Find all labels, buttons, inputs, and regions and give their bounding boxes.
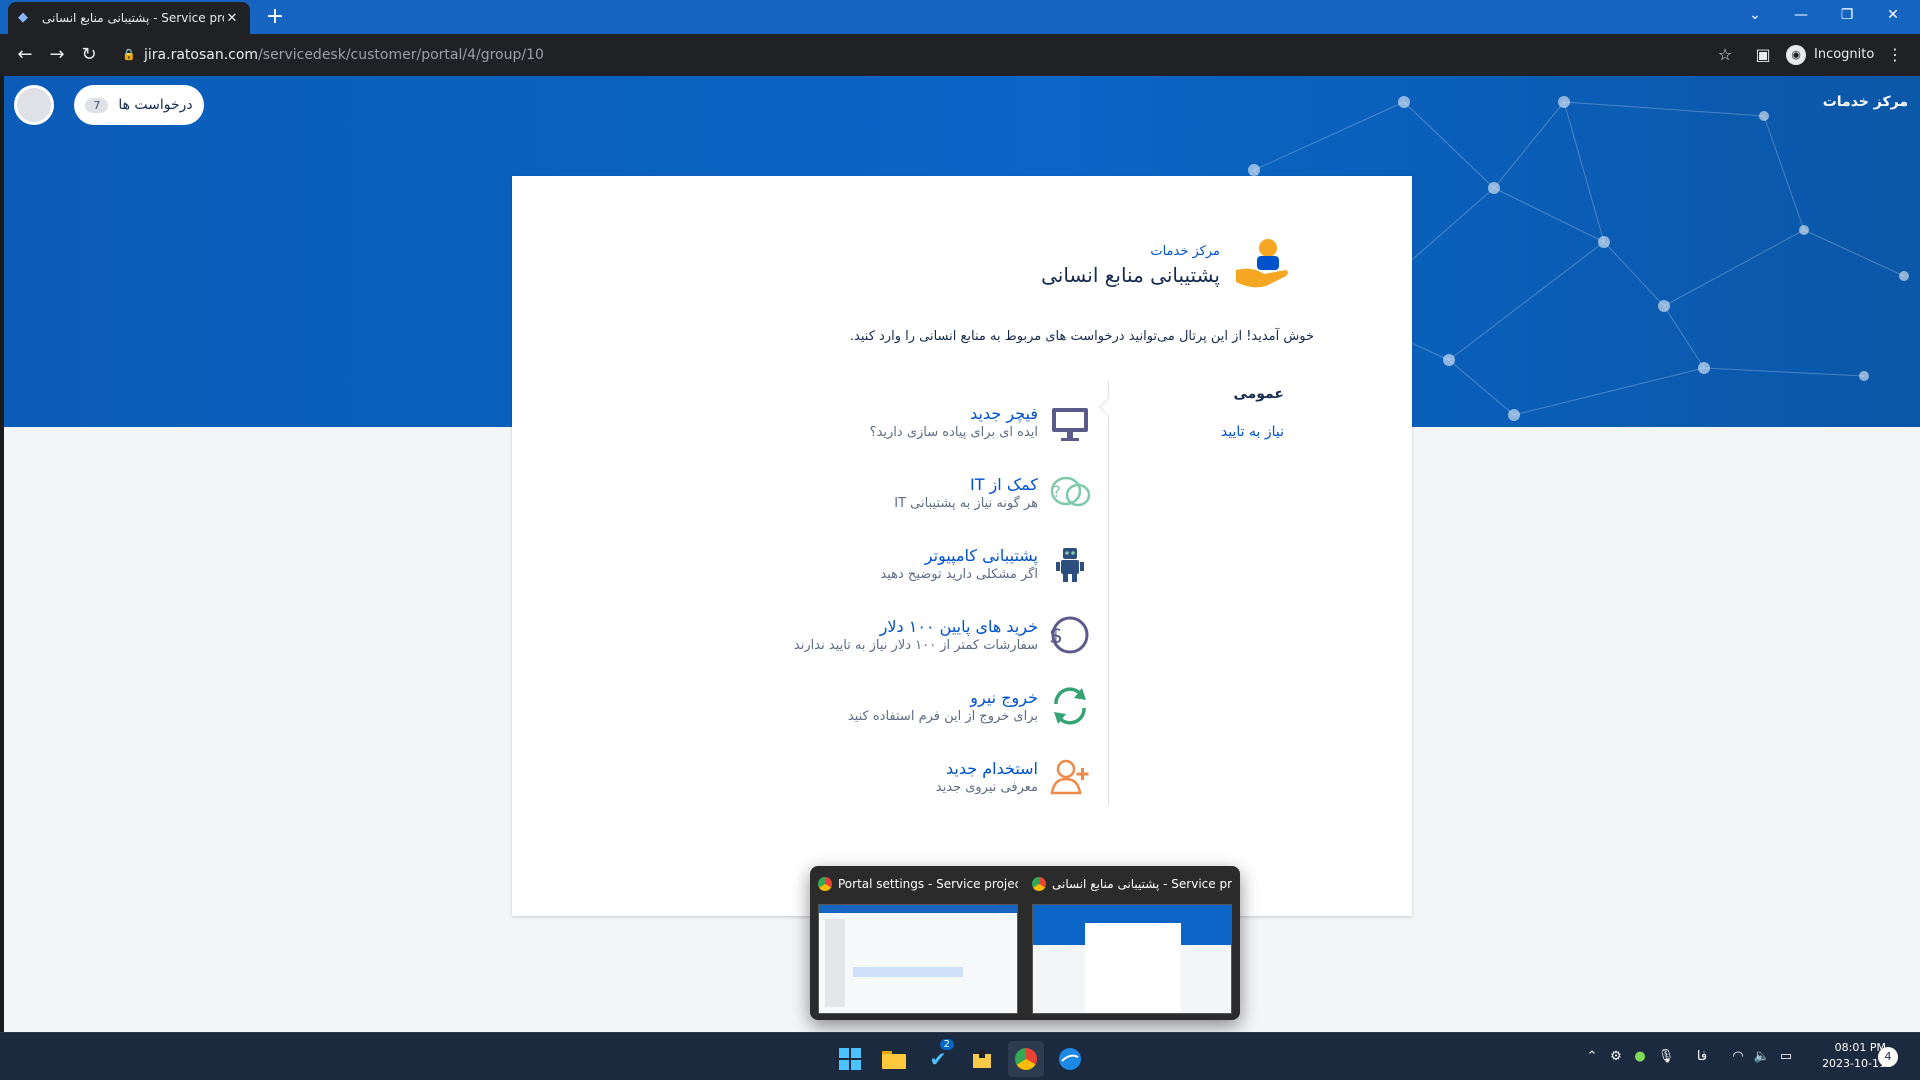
thumbnail-title: Portal settings - Service projec... bbox=[838, 877, 1018, 891]
tray-overflow-chevron-icon[interactable]: ⌃ bbox=[1580, 1033, 1604, 1080]
request-type-name[interactable]: پشتیبانی کامپیوتر bbox=[880, 546, 1038, 565]
request-type-item[interactable]: فیچر جدید ایده ای برای پیاده سازی دارید؟ bbox=[732, 386, 1092, 457]
restore-button[interactable]: ❐ bbox=[1824, 0, 1870, 34]
chrome-taskbar-icon[interactable] bbox=[1008, 1041, 1044, 1077]
jira-favicon-icon: ◆ bbox=[18, 10, 28, 25]
robot-icon bbox=[1056, 547, 1084, 582]
request-type-name[interactable]: خروج نیرو bbox=[848, 688, 1038, 707]
minimize-button[interactable]: — bbox=[1778, 0, 1824, 34]
request-types-list: فیچر جدید ایده ای برای پیاده سازی دارید؟… bbox=[732, 386, 1092, 812]
side-panel-icon[interactable]: ▣ bbox=[1750, 42, 1776, 68]
monitor-icon bbox=[1052, 407, 1088, 441]
file-explorer-icon[interactable] bbox=[876, 1041, 912, 1077]
requests-label: درخواست ها bbox=[118, 97, 193, 113]
request-type-name[interactable]: خرید های پایین ۱۰۰ دلار bbox=[794, 617, 1038, 636]
star-icon[interactable]: ☆ bbox=[1712, 42, 1738, 68]
incognito-indicator[interactable]: ◉ Incognito bbox=[1786, 42, 1874, 68]
notification-badge[interactable]: 4 bbox=[1878, 1047, 1898, 1067]
request-type-name[interactable]: فیچر جدید bbox=[870, 404, 1038, 423]
taskbar-thumbnails-popup: Portal settings - Service projec... پشتی… bbox=[810, 866, 1240, 1020]
request-type-desc: معرفی نیروی جدید bbox=[935, 779, 1038, 795]
group-general[interactable]: عمومی bbox=[1124, 386, 1284, 402]
windows-taskbar: ✔ 2 ⌃ ⚙ ● 🎙 فا ◠ 🔈 ▭ 08:01 PM 2023-10-11… bbox=[0, 1032, 1920, 1080]
task-app-icon[interactable]: ✔ 2 bbox=[920, 1039, 956, 1077]
request-type-name[interactable]: کمک از IT bbox=[894, 475, 1038, 494]
windows-start-icon[interactable] bbox=[832, 1041, 868, 1077]
app-badge: 2 bbox=[939, 1039, 954, 1050]
reload-icon[interactable]: ↻ bbox=[76, 42, 102, 68]
microphone-icon[interactable]: 🎙 bbox=[1654, 1033, 1678, 1080]
refresh-arrows-icon bbox=[1054, 686, 1086, 725]
clock-time: 08:01 PM bbox=[1834, 1041, 1886, 1054]
thumbnail-preview bbox=[1032, 904, 1232, 1014]
thumbnail-preview bbox=[818, 904, 1018, 1014]
url-domain: jira.ratosan.com bbox=[144, 47, 259, 63]
groups-divider bbox=[1108, 381, 1109, 806]
menu-kebab-icon[interactable]: ⋮ bbox=[1882, 42, 1908, 68]
help-center-link[interactable]: مرکز خدمات bbox=[1823, 94, 1908, 110]
portal-header: مرکز خدمات پشتیبانی منابع انسانی bbox=[1041, 236, 1292, 294]
request-type-name[interactable]: استخدام جدید bbox=[936, 759, 1038, 778]
request-type-item[interactable]: استخدام جدید معرفی نیروی جدید bbox=[732, 741, 1092, 812]
welcome-message: خوش آمدید! از این پرتال می‌توانید درخواس… bbox=[849, 329, 1314, 344]
thumbnail-hr-portal[interactable]: پشتیبانی منابع انسانی - Service projec..… bbox=[1032, 874, 1232, 1014]
language-indicator[interactable]: فا bbox=[1690, 1033, 1714, 1080]
address-bar[interactable]: 🔒 jira.ratosan.com/servicedesk/customer/… bbox=[112, 39, 1774, 71]
wifi-icon[interactable]: ◠ bbox=[1726, 1033, 1750, 1080]
tray-app-icon[interactable]: ● bbox=[1628, 1033, 1652, 1080]
close-tab-icon[interactable]: ✕ bbox=[224, 11, 240, 26]
requests-count-badge: 7 bbox=[85, 97, 109, 113]
forward-arrow-icon[interactable]: → bbox=[44, 42, 70, 68]
browser-toolbar: ← → ↻ 🔒 jira.ratosan.com/servicedesk/cus… bbox=[0, 34, 1920, 76]
lock-icon: 🔒 bbox=[122, 48, 136, 61]
thumbnail-portal-settings[interactable]: Portal settings - Service projec... bbox=[818, 874, 1018, 1014]
thumbnail-title: پشتیبانی منابع انسانی - Service projec..… bbox=[1052, 877, 1232, 891]
browser-globe-icon[interactable] bbox=[1052, 1041, 1088, 1077]
request-type-desc: هر گونه نیاز به پشتیبانی IT bbox=[894, 495, 1038, 511]
profile-avatar[interactable] bbox=[14, 85, 54, 125]
request-type-item[interactable]: ? کمک از IT هر گونه نیاز به پشتیبانی IT bbox=[732, 457, 1092, 528]
battery-icon[interactable]: ▭ bbox=[1774, 1033, 1798, 1080]
tab-search-icon[interactable]: ⌄ bbox=[1732, 0, 1778, 34]
volume-icon[interactable]: 🔈 bbox=[1750, 1033, 1774, 1080]
dollar-icon: $ bbox=[1049, 616, 1089, 653]
request-type-item[interactable]: خروج نیرو برای خروج از این فرم استفاده ک… bbox=[732, 670, 1092, 741]
portal-subtitle[interactable]: مرکز خدمات bbox=[1041, 244, 1220, 259]
new-tab-button[interactable]: + bbox=[262, 4, 288, 30]
request-type-desc: سفارشات کمتر از ۱۰۰ دلار نیاز به تایید ن… bbox=[793, 637, 1038, 653]
incognito-icon: ◉ bbox=[1786, 45, 1806, 65]
request-type-desc: ایده ای برای پیاده سازی دارید؟ bbox=[869, 424, 1038, 440]
portal-card: مرکز خدمات پشتیبانی منابع انسانی خوش آمد… bbox=[512, 176, 1412, 916]
url-path: /servicedesk/customer/portal/4/group/10 bbox=[258, 47, 544, 63]
group-needs-approval[interactable]: نیاز به تایید bbox=[1124, 424, 1284, 440]
tab-title: پشتیبانی منابع انسانی - Service project bbox=[42, 11, 224, 25]
browser-tab-bar: ◆ پشتیبانی منابع انسانی - Service projec… bbox=[0, 0, 1920, 34]
request-type-desc: برای خروج از این فرم استفاده کنید bbox=[847, 708, 1038, 724]
request-type-desc: اگر مشکلی دارید توضیح دهید bbox=[880, 566, 1038, 582]
requests-button[interactable]: 7 درخواست ها bbox=[74, 85, 204, 125]
request-type-item[interactable]: پشتیبانی کامپیوتر اگر مشکلی دارید توضیح … bbox=[732, 528, 1092, 599]
portal-title: پشتیبانی منابع انسانی bbox=[1041, 262, 1220, 287]
portal-hand-person-icon bbox=[1236, 239, 1288, 288]
sticky-tools-icon[interactable] bbox=[964, 1041, 1000, 1077]
system-clock[interactable]: 08:01 PM 2023-10-11 bbox=[1806, 1040, 1886, 1072]
tray-settings-icon[interactable]: ⚙ bbox=[1604, 1033, 1628, 1080]
svg-text:$: $ bbox=[1049, 624, 1063, 649]
svg-text:?: ? bbox=[1053, 482, 1062, 501]
chrome-icon bbox=[818, 877, 832, 891]
back-arrow-icon[interactable]: ← bbox=[12, 42, 38, 68]
request-type-item[interactable]: $ خرید های پایین ۱۰۰ دلار سفارشات کمتر ا… bbox=[732, 599, 1092, 670]
clock-date: 2023-10-11 bbox=[1822, 1057, 1886, 1070]
add-person-icon bbox=[1050, 759, 1089, 794]
close-window-button[interactable]: ✕ bbox=[1870, 0, 1916, 34]
request-groups-nav: عمومی نیاز به تایید bbox=[1124, 386, 1284, 462]
help-bubble-icon: ? bbox=[1050, 476, 1091, 506]
browser-tab[interactable]: ◆ پشتیبانی منابع انسانی - Service projec… bbox=[8, 2, 250, 34]
active-group-pointer bbox=[1099, 397, 1119, 417]
incognito-label: Incognito bbox=[1814, 47, 1875, 62]
chrome-icon bbox=[1032, 877, 1046, 891]
